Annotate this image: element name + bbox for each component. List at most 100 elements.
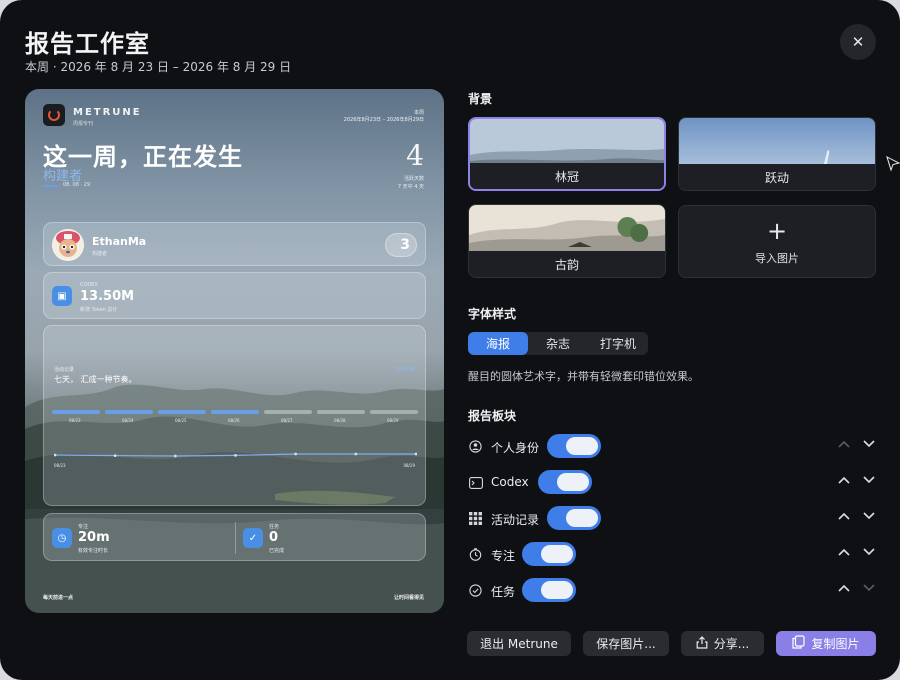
activity-tagline: 七天， 汇成一种节奏。 [54,375,137,384]
trend-point [294,452,298,456]
move-down-button[interactable] [861,472,877,488]
trend-start-label: 08/23 [54,463,66,468]
trend-point [113,454,117,457]
background-option-label: 古韵 [469,251,665,277]
check-icon: ✓ [243,528,263,548]
font-style-description: 醒目的圆体艺术字，并带有轻微套印错位效果。 [468,370,699,383]
copy-image-label: 复制图片 [811,637,860,651]
plus-icon: + [766,217,788,245]
background-option-classical[interactable]: 古韵 [468,204,666,278]
grid-icon [468,511,483,526]
activity-day-bar [317,410,365,414]
tasks-label: 任务 [269,524,280,530]
report-studio-window: 报告工作室 本周 · 2026 年 8 月 23 日 – 2026 年 8 月 … [0,0,900,680]
activity-card: 活动记录 本周节奏 七天， 汇成一种节奏。 08/23 08/29 08/23 0… [43,325,426,506]
module-toggle-codex[interactable] [538,470,592,494]
activity-day-bar [158,410,206,414]
brand-logo-icon [43,104,65,126]
module-label: 任务 [491,585,516,599]
module-toggle-identity[interactable] [547,434,601,458]
active-days-number: 4 [406,139,424,172]
move-up-button[interactable] [836,436,852,452]
import-image-button[interactable]: + 导入图片 [678,205,876,278]
trend-point [54,453,57,457]
quit-label: 退出 Metrune [480,637,558,651]
move-up-button[interactable] [836,508,852,524]
poster-week-label: 本周 [413,110,424,116]
move-down-button[interactable] [861,436,877,452]
module-row-activity: 活动记录 [468,506,878,532]
focus-tasks-card: ◷ 专注 20m 有效专注时长 ✓ 任务 0 已完成 [43,513,426,561]
activity-day-label: 08/28 [334,418,346,423]
timer-icon: ◷ [52,528,72,548]
background-option-leap[interactable]: 跃动 [678,117,876,191]
tasks-value: 0 [269,530,279,545]
user-role: 构建者 [92,251,108,257]
focus-value: 20m [78,530,110,545]
brand-name: METRUNE [73,107,142,118]
move-down-button[interactable] [861,544,877,560]
module-toggle-activity[interactable] [547,506,601,530]
focus-label: 专注 [78,524,89,530]
trend-point [414,452,417,456]
codex-value: 13.50M [80,289,135,304]
share-button[interactable]: 分享... [681,631,764,656]
classical-thumbnail [469,205,665,253]
move-up-button[interactable] [836,472,852,488]
focus-sub: 有效专注时长 [78,548,109,554]
activity-day-bar [264,410,312,414]
module-toggle-focus[interactable] [522,542,576,566]
save-image-label: 保存图片... [596,637,656,651]
module-label: 活动记录 [491,513,540,527]
modules-section-title: 报告板块 [468,409,517,423]
move-up-button[interactable] [836,580,852,596]
move-up-button[interactable] [836,544,852,560]
activity-section-label: 活动记录 [54,367,75,373]
module-label: 个人身份 [491,441,540,455]
user-name: EthanMa [92,235,147,248]
activity-day-label: 08/23 [69,418,81,423]
activity-day-bar [52,410,100,414]
save-image-button[interactable]: 保存图片... [583,631,669,656]
timer-icon [468,547,483,562]
poster-footer-left: 每天前进一点 [43,595,74,601]
mouse-pointer-icon [886,156,900,176]
copy-image-button[interactable]: 复制图片 [776,631,876,656]
activity-tag: 本周节奏 [394,367,415,373]
codex-icon: ▣ [52,286,72,306]
report-preview: METRUNE 周报专刊 本周 2026年8月23日 – 2026年8月29日 … [25,89,444,613]
poster-date-range: 2026年8月23日 – 2026年8月29日 [343,117,424,123]
codex-label: CODEX [80,282,98,288]
codex-card: ▣ CODEX 13.50M 新增 Token 总计 [43,272,426,319]
module-row-identity: 个人身份 [468,434,878,460]
close-button[interactable]: ✕ [840,24,876,60]
background-section-title: 背景 [468,92,493,106]
module-toggle-tasks[interactable] [522,578,576,602]
card-divider [235,522,236,554]
move-down-button[interactable] [861,580,877,596]
codex-sub: 新增 Token 总计 [80,307,118,313]
canopy-thumbnail [470,119,664,167]
font-style-magazine[interactable]: 杂志 [528,332,588,355]
user-count-badge: 3 [385,233,417,257]
font-style-typewriter[interactable]: 打字机 [588,332,648,355]
activity-day-bar [370,410,418,414]
background-option-label: 林冠 [470,163,664,189]
font-style-segmented-control: 海报 杂志 打字机 [468,332,648,355]
quit-button[interactable]: 退出 Metrune [467,631,571,656]
trend-point [173,454,177,458]
person-icon [468,439,483,454]
module-row-codex: Codex [468,470,878,496]
font-style-section-title: 字体样式 [468,307,517,321]
activity-day-label: 08/29 [387,418,399,423]
trend-end-label: 08/29 [403,463,415,468]
font-style-poster[interactable]: 海报 [468,332,528,355]
identity-card: EthanMa 构建者 3 [43,222,426,266]
module-label: 专注 [491,549,516,563]
background-option-canopy[interactable]: 林冠 [468,117,666,191]
activity-day-label: 08/27 [281,418,293,423]
copy-icon [792,635,806,652]
move-down-button[interactable] [861,508,877,524]
active-days-sub: 7 天中 4 天 [397,184,424,190]
activity-day-label: 08/26 [228,418,240,423]
